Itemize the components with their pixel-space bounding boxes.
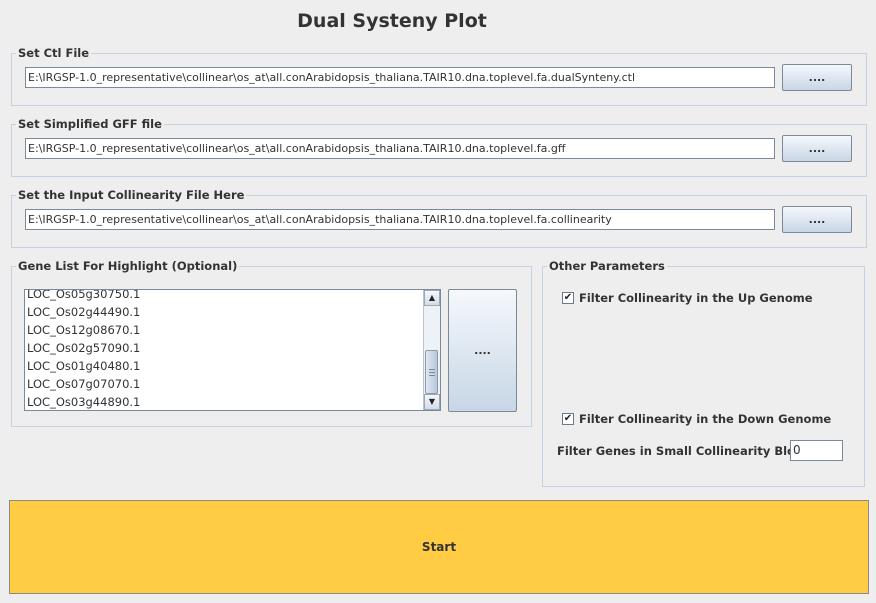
list-item[interactable]: LOC_Os07g07070.1 [25,375,423,393]
ctl-file-legend: Set Ctl File [18,46,90,60]
thumb-grip [429,375,435,376]
check-mark-icon[interactable]: ✔ [562,413,574,425]
list-item[interactable]: LOC_Os05g30750.1 [25,290,423,303]
filter-up-genome-checkbox[interactable]: ✔ Filter Collinearity in the Up Genome [562,291,813,305]
thumb-grip [429,372,435,373]
start-button[interactable]: Start [9,500,869,594]
gff-browse-button[interactable]: .... [782,135,852,162]
collinearity-browse-button[interactable]: .... [782,206,852,233]
filter-down-genome-checkbox[interactable]: ✔ Filter Collinearity in the Down Genome [562,412,831,426]
scroll-up-arrow-icon[interactable]: ▲ [424,290,440,306]
filter-down-genome-label: Filter Collinearity in the Down Genome [579,412,832,426]
list-item[interactable]: LOC_Os02g57090.1 [25,339,423,357]
thumb-grip [429,369,435,370]
ctl-browse-button[interactable]: .... [782,64,852,91]
list-item[interactable]: LOC_Os01g40480.1 [25,357,423,375]
gene-list-content: LOC_Os05g30750.1 LOC_Os02g44490.1 LOC_Os… [25,290,423,410]
scroll-down-arrow-icon[interactable]: ▼ [424,394,440,410]
gff-file-input[interactable]: E:\IRGSP-1.0_representative\collinear\os… [25,138,775,159]
page-title: Dual Systeny Plot [297,10,487,32]
filter-up-genome-label: Filter Collinearity in the Up Genome [579,291,813,305]
gene-list-browse-button[interactable]: .... [448,289,517,412]
gff-file-legend: Set Simplified GFF file [18,117,162,131]
gene-list-box[interactable]: LOC_Os05g30750.1 LOC_Os02g44490.1 LOC_Os… [24,289,441,411]
list-item[interactable]: LOC_Os03g44890.1 [25,393,423,410]
gene-list-legend: Gene List For Highlight (Optional) [18,259,238,273]
small-block-input[interactable]: 0 [790,440,843,461]
list-item[interactable]: LOC_Os12g08670.1 [25,321,423,339]
ctl-file-input[interactable]: E:\IRGSP-1.0_representative\collinear\os… [25,67,775,88]
list-item[interactable]: LOC_Os02g44490.1 [25,303,423,321]
small-block-label: Filter Genes in Small Collinearity Block… [557,444,819,458]
other-params-legend: Other Parameters [549,259,665,273]
check-mark-icon[interactable]: ✔ [562,292,574,304]
scroll-thumb[interactable] [425,350,438,394]
collinearity-file-legend: Set the Input Collinearity File Here [18,188,245,202]
gene-list-scrollbar[interactable]: ▲ ▼ [423,290,440,410]
collinearity-file-input[interactable]: E:\IRGSP-1.0_representative\collinear\os… [25,209,775,230]
